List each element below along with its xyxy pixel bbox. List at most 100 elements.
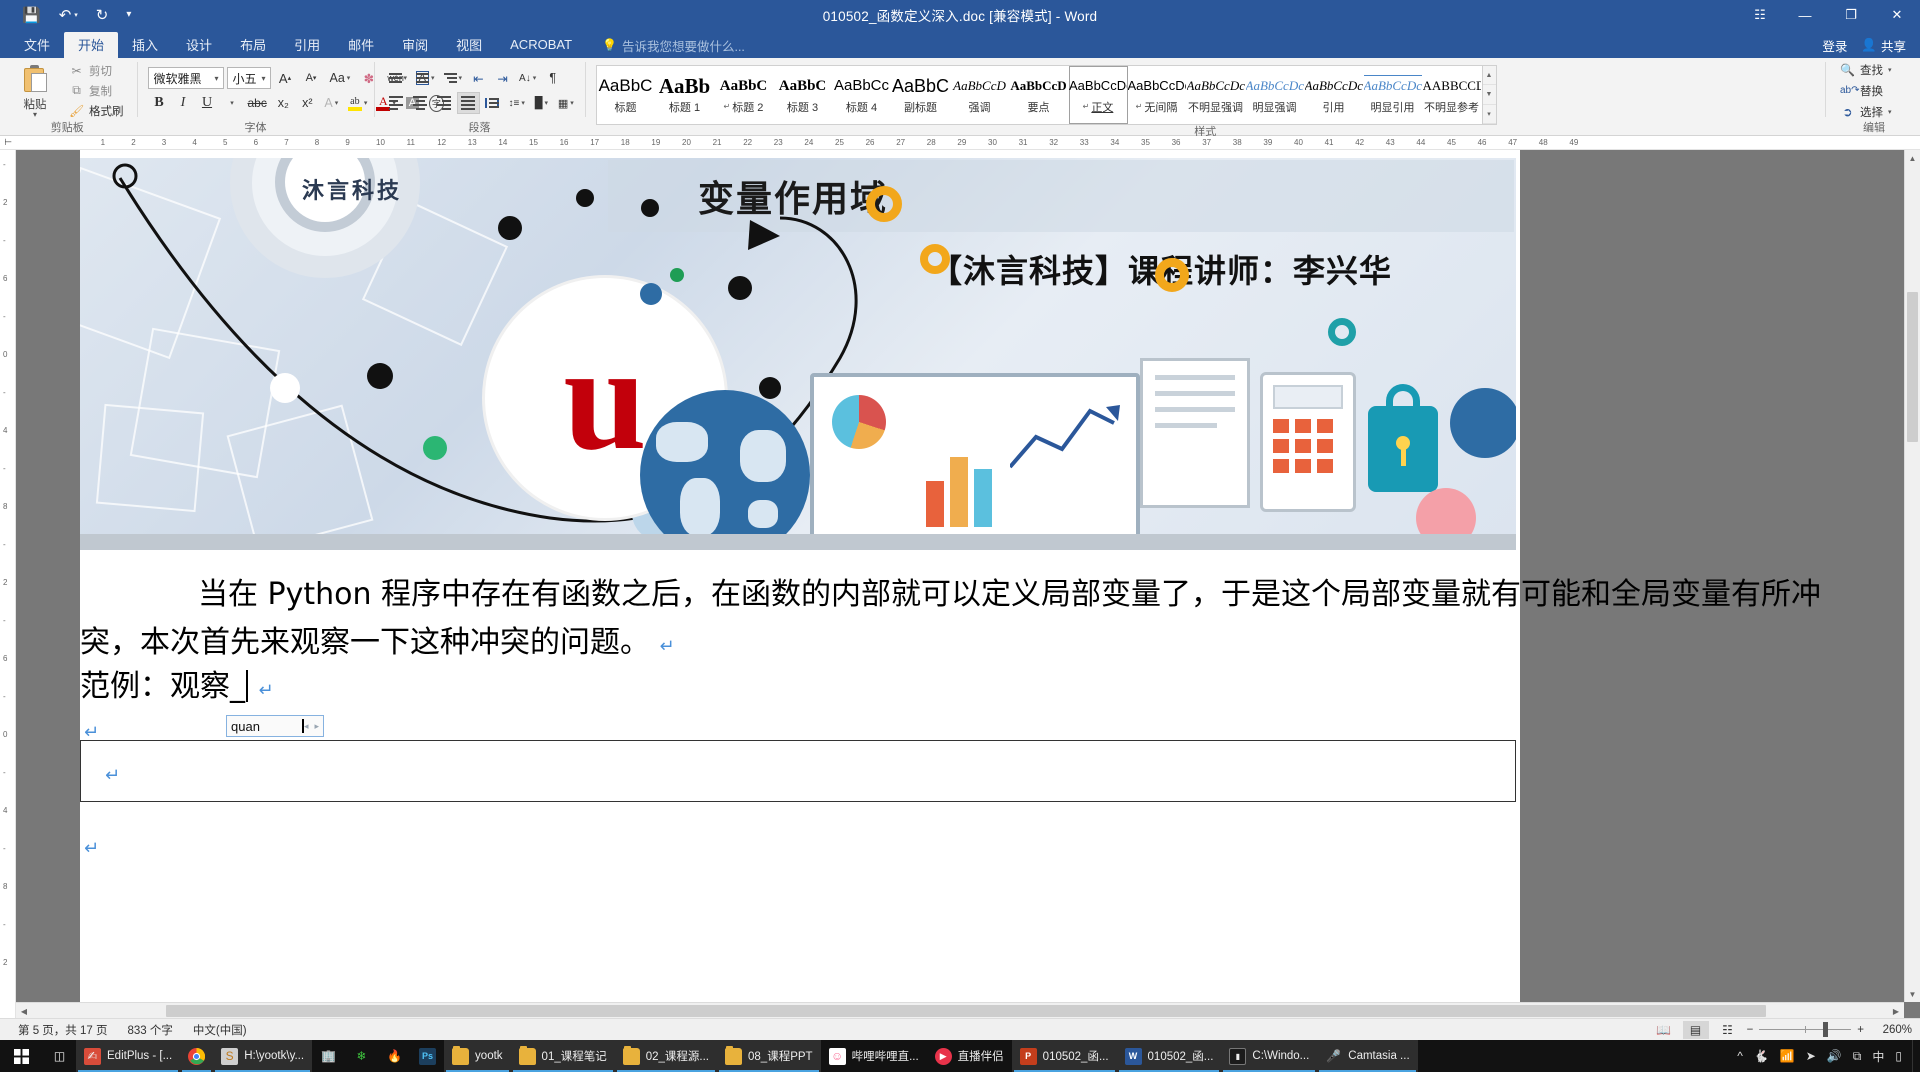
style-item-4[interactable]: AaBbCc 标题 4 bbox=[833, 66, 892, 124]
scroll-up-icon[interactable]: ▲ bbox=[1905, 150, 1920, 166]
tab-design[interactable]: 设计 bbox=[172, 32, 226, 58]
highlight-button[interactable]: ab ▾ bbox=[344, 92, 372, 114]
superscript-button[interactable]: x² bbox=[296, 92, 319, 114]
align-left-button[interactable] bbox=[385, 92, 408, 114]
zoom-out-button[interactable]: − bbox=[1747, 1024, 1754, 1036]
styles-scroll-up-icon[interactable]: ▲ bbox=[1482, 66, 1496, 86]
style-item-2[interactable]: AaBbC ↵ 标题 2 bbox=[715, 66, 774, 124]
redo-icon[interactable]: ↻ bbox=[96, 8, 109, 23]
language-indicator[interactable]: 中文(中国) bbox=[183, 1022, 257, 1038]
find-button[interactable]: 🔍 查找 ▾ bbox=[1836, 60, 1896, 79]
style-item-0[interactable]: AaBbC 标题 bbox=[597, 66, 656, 124]
shading-button[interactable]: █ ▾ bbox=[530, 92, 553, 114]
style-item-6[interactable]: AaBbCcD 强调 bbox=[951, 66, 1010, 124]
multilevel-list-button[interactable]: ▾ bbox=[440, 67, 467, 89]
tab-layout[interactable]: 布局 bbox=[226, 32, 280, 58]
text-effects-button[interactable]: A ▾ bbox=[320, 92, 343, 114]
sort-button[interactable]: A↓ ▾ bbox=[515, 67, 540, 89]
strikethrough-button[interactable]: abc bbox=[244, 92, 271, 114]
zoom-track[interactable] bbox=[1759, 1022, 1852, 1037]
network-icon[interactable]: 📶 bbox=[1780, 1049, 1795, 1063]
justify-button[interactable] bbox=[456, 92, 480, 114]
start-button[interactable] bbox=[0, 1040, 43, 1072]
style-item-8[interactable]: AaBbCcDc ↵ 正文 bbox=[1068, 66, 1128, 124]
scroll-left-icon[interactable]: ◀ bbox=[16, 1003, 32, 1018]
styles-scroll-down-icon[interactable]: ▼ bbox=[1482, 85, 1496, 105]
taskbar-item-word[interactable]: W 010502_函... bbox=[1116, 1040, 1222, 1072]
taskbar-item-app-house[interactable]: 🏢 bbox=[312, 1040, 345, 1072]
decrease-indent-button[interactable]: ⇤ bbox=[467, 67, 490, 89]
subscript-button[interactable]: x₂ bbox=[272, 92, 295, 114]
chevron-down-icon[interactable]: ▾ bbox=[212, 74, 220, 83]
borders-button[interactable]: ▦ ▾ bbox=[554, 92, 578, 114]
ime-language-icon[interactable]: 中 bbox=[1872, 1048, 1884, 1065]
select-button[interactable]: ➲ 选择 ▾ bbox=[1836, 102, 1896, 121]
grow-font-button[interactable]: A ▴ bbox=[274, 67, 297, 89]
style-item-5[interactable]: AaBbC 副标题 bbox=[892, 66, 951, 124]
paragraph-2[interactable]: 范例：观察_ ↵ bbox=[80, 662, 274, 716]
close-button[interactable]: ✕ bbox=[1874, 0, 1920, 30]
ribbon-display-options-icon[interactable]: ☷ bbox=[1738, 0, 1782, 30]
tab-references[interactable]: 引用 bbox=[280, 32, 334, 58]
taskbar-item-cmd[interactable]: ▮ C:\Windo... bbox=[1221, 1040, 1318, 1072]
increase-indent-button[interactable]: ⇥ bbox=[491, 67, 514, 89]
scroll-right-icon[interactable]: ▶ bbox=[1888, 1003, 1904, 1018]
task-view-button[interactable]: ◫ bbox=[43, 1040, 76, 1072]
change-case-button[interactable]: Aa ▾ bbox=[326, 67, 355, 89]
style-item-3[interactable]: AaBbC 标题 3 bbox=[774, 66, 833, 124]
copy-tool-icon[interactable]: ⧉ bbox=[1853, 1049, 1862, 1064]
style-item-11[interactable]: AaBbCcDc 明显强调 bbox=[1246, 66, 1305, 124]
show-desktop-button[interactable] bbox=[1912, 1040, 1920, 1072]
ime-prev-icon[interactable]: ◂ bbox=[304, 721, 309, 732]
horizontal-scrollbar[interactable]: ◀ ▶ bbox=[16, 1002, 1904, 1018]
browse-object-buttons[interactable] bbox=[1905, 952, 1920, 986]
underline-dropdown[interactable]: ▾ bbox=[220, 92, 243, 114]
taskbar-item-editplus[interactable]: ✍ EditPlus - [... bbox=[76, 1040, 181, 1072]
minimize-button[interactable]: — bbox=[1782, 0, 1828, 30]
thunder-app-icon[interactable]: 🐇 bbox=[1754, 1049, 1769, 1063]
ime-nav[interactable]: ◂ ▸ bbox=[304, 721, 319, 732]
paragraph-1-line-1[interactable]: 当在 Python 程序中存在有函数之后，在函数的内部就可以定义局部变量了，于是… bbox=[142, 570, 1821, 620]
signin-link[interactable]: 登录 bbox=[1822, 36, 1847, 55]
word-count[interactable]: 833 个字 bbox=[117, 1022, 182, 1038]
paragraph-4-empty[interactable]: ↵ bbox=[84, 822, 99, 874]
horizontal-ruler[interactable]: ⊢ 1 2 3 4 5 6 7 8 9 10 11 12 13 14 15 16 17 18 19 20 21 22 23 2… bbox=[0, 136, 1920, 150]
ime-next-icon[interactable]: ▸ bbox=[314, 721, 319, 732]
document-canvas[interactable]: 沐言科技 变量作用域 【沐言科技】课程讲师：李兴华 u 当在 Python 程序… bbox=[16, 150, 1920, 1018]
tab-file[interactable]: 文件 bbox=[10, 32, 64, 58]
zoom-level[interactable]: 260% bbox=[1870, 1024, 1912, 1036]
taskbar-item-explorer[interactable]: S H:\yootk\y... bbox=[213, 1040, 313, 1072]
taskbar-item-powerpoint[interactable]: P 010502_函... bbox=[1011, 1040, 1117, 1072]
taskbar-item-firefox[interactable]: 🔥 bbox=[378, 1040, 411, 1072]
show-formatting-marks-button[interactable]: ¶ bbox=[541, 67, 564, 89]
taskbar-item-chrome[interactable] bbox=[180, 1040, 214, 1072]
zoom-in-button[interactable]: + bbox=[1857, 1024, 1864, 1036]
style-item-1[interactable]: AaBb 标题 1 bbox=[656, 66, 715, 124]
volume-icon[interactable]: 🔊 bbox=[1827, 1049, 1842, 1063]
vertical-ruler[interactable]: - 2 - 6 - 0 - 4 - 8 - 2 - 6 - 0 - 4 - 8 - 2 bbox=[0, 150, 16, 1018]
tell-me-box[interactable]: 💡 告诉我您想要做什么... bbox=[586, 32, 745, 58]
code-block-box[interactable]: ↵ bbox=[80, 740, 1516, 802]
share-button[interactable]: 👤 共享 bbox=[1861, 36, 1906, 55]
bold-button[interactable]: B bbox=[148, 92, 171, 114]
customize-quick-access-toolbar-icon[interactable]: ▾ bbox=[126, 10, 131, 20]
font-name-combo[interactable]: 微软雅黑 ▾ bbox=[147, 67, 224, 89]
taskbar-item-source[interactable]: 02_课程源... bbox=[614, 1040, 718, 1072]
style-item-10[interactable]: AaBbCcDc 不明显强调 bbox=[1187, 66, 1246, 124]
taskbar-item-bilibili[interactable]: ☺ 哔哩哔哩直... bbox=[821, 1040, 927, 1072]
restore-button[interactable]: ❐ bbox=[1828, 0, 1874, 30]
paste-dropdown-icon[interactable]: ▾ bbox=[33, 111, 37, 119]
taskbar-item-yootk[interactable]: yootk bbox=[444, 1040, 511, 1072]
vertical-scroll-thumb[interactable] bbox=[1907, 292, 1918, 442]
style-item-14[interactable]: AABBCCD 不明显参考 bbox=[1423, 66, 1482, 124]
scroll-down-icon[interactable]: ▼ bbox=[1905, 986, 1920, 1002]
format-painter-button[interactable]: 🖌 格式刷 bbox=[66, 102, 127, 120]
style-item-9[interactable]: AaBbCcDc ↵ 无间隔 bbox=[1128, 66, 1187, 124]
taskbar-item-green-app[interactable]: ❄ bbox=[345, 1040, 378, 1072]
style-item-12[interactable]: AaBbCcDc 引用 bbox=[1305, 66, 1364, 124]
taskbar-item-photoshop[interactable]: Ps bbox=[411, 1040, 444, 1072]
tab-insert[interactable]: 插入 bbox=[118, 32, 172, 58]
numbering-button[interactable]: ▾ bbox=[412, 67, 439, 89]
onedrive-icon[interactable]: ➤ bbox=[1806, 1049, 1816, 1063]
tab-home[interactable]: 开始 bbox=[64, 32, 119, 58]
